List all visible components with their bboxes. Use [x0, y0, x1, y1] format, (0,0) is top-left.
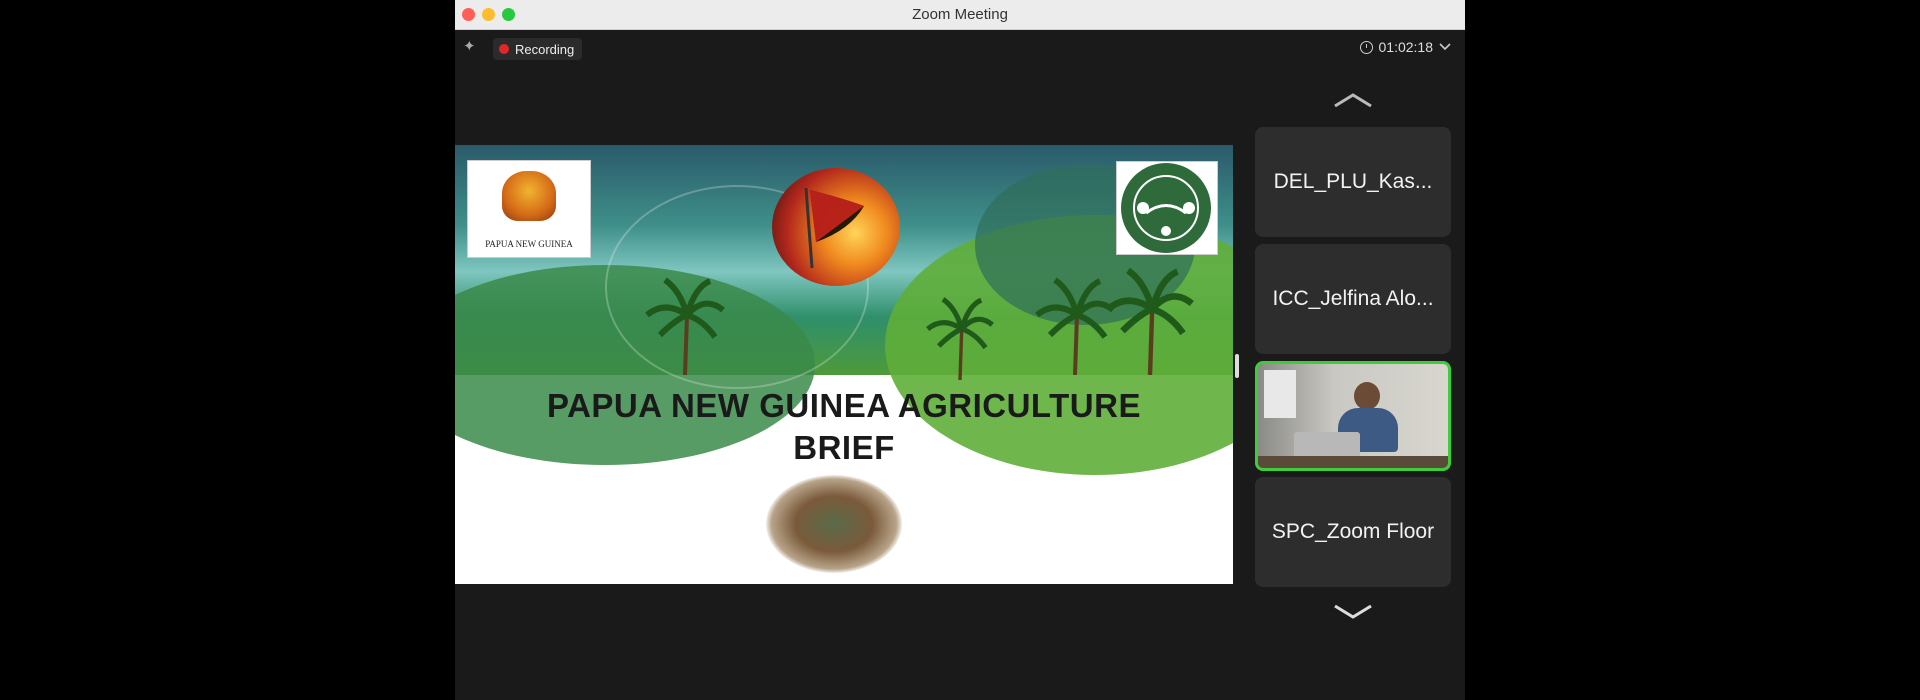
department-of-agriculture-logo [1116, 161, 1218, 255]
participant-tile[interactable]: DEL_PLU_Kas... [1255, 127, 1451, 237]
chevron-down-icon[interactable] [1439, 43, 1451, 51]
title-bar: Zoom Meeting [455, 0, 1465, 30]
palm-tree-icon [1106, 267, 1194, 375]
recording-indicator[interactable]: Recording [493, 38, 583, 60]
clock-icon [1359, 40, 1373, 54]
logo-left-text: PAPUA NEW GUINEA [485, 239, 573, 249]
timer-value: 01:02:18 [1378, 39, 1434, 55]
participant-video-tile-active-speaker[interactable] [1255, 361, 1451, 471]
participant-name: ICC_Jelfina Alo... [1272, 287, 1434, 310]
market-photo [766, 475, 902, 573]
palm-tree-icon [1035, 277, 1115, 375]
meeting-toolbar: ✦ Recording 01:02:18 [455, 30, 1465, 66]
recording-label: Recording [515, 41, 575, 57]
participant-tile[interactable]: SPC_Zoom Floor [1255, 477, 1451, 587]
recording-dot-icon [499, 44, 509, 54]
window-title: Zoom Meeting [912, 6, 1008, 23]
slide-banner-image: PAPUA NEW GUINEA [455, 145, 1233, 475]
gallery-up-button[interactable] [1255, 88, 1451, 114]
palm-tree-icon [926, 297, 994, 380]
participant-name: DEL_PLU_Kas... [1273, 170, 1433, 193]
meeting-timer[interactable]: 01:02:18 [1359, 39, 1452, 55]
participant-tile[interactable]: ICC_Jelfina Alo... [1255, 244, 1451, 354]
whiteboard [1264, 370, 1296, 418]
chevron-up-icon [1334, 93, 1372, 108]
shared-screen: PAPUA NEW GUINEA PAPUA NEW GUINEA AGRICU… [455, 145, 1233, 584]
png-flag-image [772, 168, 900, 286]
slide-title-line-1: PAPUA NEW GUINEA AGRICULTURE [547, 387, 1141, 424]
chevron-down-icon [1334, 604, 1372, 619]
zoom-window: Zoom Meeting ✦ Recording 01:02:18 PAPUA … [455, 0, 1465, 700]
slide-title-line-2: BRIEF [793, 429, 895, 466]
palm-tree-icon [645, 277, 725, 375]
gallery-down-button[interactable] [1255, 600, 1451, 626]
ai-companion-icon[interactable]: ✦ [463, 37, 476, 55]
png-national-emblem-logo: PAPUA NEW GUINEA [467, 160, 591, 258]
split-view-resize-handle[interactable] [1235, 354, 1239, 378]
participant-name: SPC_Zoom Floor [1271, 520, 1435, 543]
